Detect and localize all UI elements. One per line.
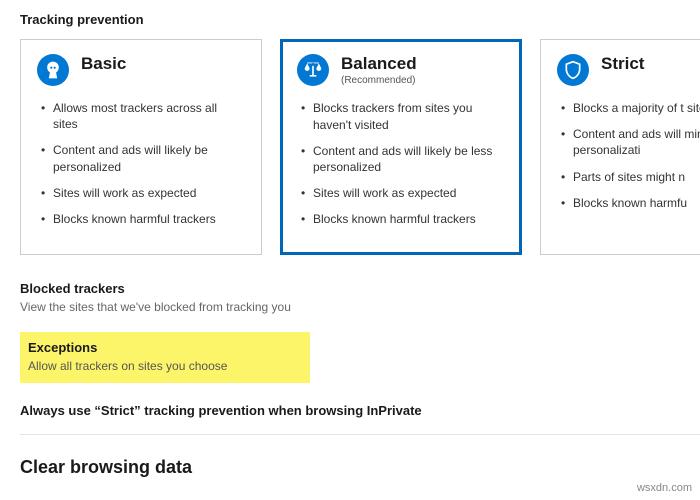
card-header: Basic (37, 54, 245, 86)
card-subtitle: (Recommended) (341, 75, 417, 86)
card-bullets: Allows most trackers across all sites Co… (37, 100, 245, 227)
watermark: wsxdn.com (637, 482, 692, 494)
bullet: Blocks trackers from sites you haven't v… (297, 100, 505, 132)
clear-browsing-heading: Clear browsing data (20, 457, 700, 478)
link-desc: View the sites that we've blocked from t… (20, 300, 700, 314)
bullet: Content and ads will minimal personaliza… (557, 126, 700, 158)
card-title: Strict (601, 54, 644, 74)
bullet: Allows most trackers across all sites (37, 100, 245, 132)
blocked-trackers-link[interactable]: Blocked trackers View the sites that we'… (20, 277, 700, 318)
bullet: Blocks known harmful trackers (297, 211, 505, 227)
divider (20, 434, 700, 435)
link-title: Exceptions (28, 340, 302, 355)
bullet: Content and ads will likely be less pers… (297, 143, 505, 175)
strict-icon (557, 54, 589, 86)
bullet: Blocks known harmfu (557, 195, 700, 211)
link-title: Blocked trackers (20, 281, 700, 296)
card-header: Strict (557, 54, 700, 86)
card-balanced[interactable]: Balanced (Recommended) Blocks trackers f… (280, 39, 522, 255)
card-bullets: Blocks trackers from sites you haven't v… (297, 100, 505, 227)
card-bullets: Blocks a majority of t sites Content and… (557, 100, 700, 211)
basic-icon (37, 54, 69, 86)
bullet: Content and ads will likely be personali… (37, 142, 245, 174)
bullet: Parts of sites might n (557, 169, 700, 185)
section-title: Tracking prevention (20, 12, 700, 27)
tracking-level-cards: Basic Allows most trackers across all si… (20, 39, 700, 255)
card-basic[interactable]: Basic Allows most trackers across all si… (20, 39, 262, 255)
balanced-icon (297, 54, 329, 86)
always-strict-inprivate-toggle[interactable]: Always use “Strict” tracking prevention … (20, 397, 700, 434)
card-strict[interactable]: Strict Blocks a majority of t sites Cont… (540, 39, 700, 255)
bullet: Sites will work as expected (37, 185, 245, 201)
card-title: Balanced (341, 54, 417, 74)
exceptions-link[interactable]: Exceptions Allow all trackers on sites y… (20, 332, 310, 383)
bullet: Sites will work as expected (297, 185, 505, 201)
card-header: Balanced (Recommended) (297, 54, 505, 86)
bullet: Blocks known harmful trackers (37, 211, 245, 227)
bullet: Blocks a majority of t sites (557, 100, 700, 116)
link-desc: Allow all trackers on sites you choose (28, 359, 302, 373)
card-title: Basic (81, 54, 126, 74)
